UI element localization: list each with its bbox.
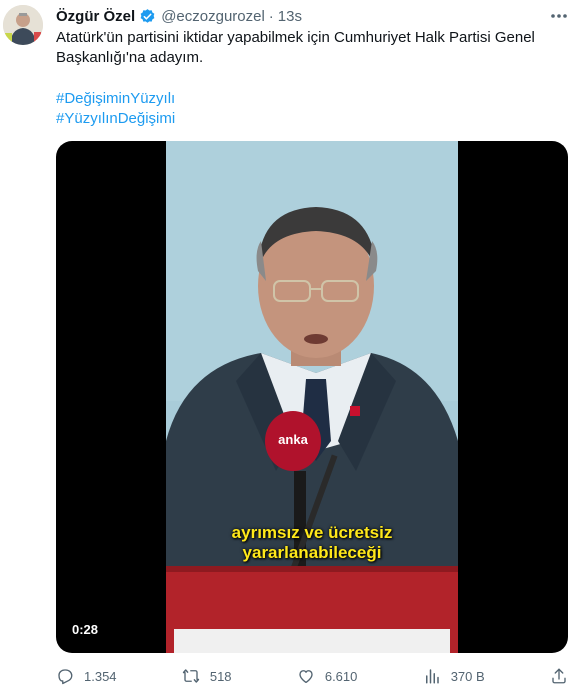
speaker-video-image: anka <box>166 141 458 653</box>
avatar[interactable] <box>3 5 43 45</box>
separator-dot: · <box>268 7 274 25</box>
author-name[interactable]: Özgür Özel <box>56 8 135 25</box>
hashtag-link[interactable]: #YüzyılınDeğişimi <box>56 109 175 129</box>
views-count: 370 B <box>450 668 485 684</box>
tweet-action-bar: 1.354 518 6.610 370 B <box>56 666 568 686</box>
video-duration-badge: 0:28 <box>68 620 103 639</box>
repost-button[interactable]: 518 <box>182 667 232 685</box>
hashtag-list: #DeğişiminYüzyılı #YüzyılınDeğişimi <box>56 89 175 129</box>
share-icon <box>552 668 566 684</box>
video-subtitle-line: ayrımsız ve ücretsiz <box>231 523 393 542</box>
repost-icon <box>182 669 200 683</box>
video-player[interactable]: anka ayrımsız ve ücretsiz yararlanabilec… <box>56 141 568 653</box>
reply-button[interactable]: 1.354 <box>56 667 117 685</box>
heart-icon <box>299 670 313 684</box>
tweet[interactable]: Özgür Özel @eczozgurozel · 13s Atatürk'ü… <box>0 0 583 696</box>
tweet-text-line: Atatürk'ün partisini iktidar yapabilmek … <box>56 29 535 46</box>
author-handle[interactable]: @eczozgurozel <box>161 8 265 25</box>
like-button[interactable]: 6.610 <box>297 667 358 685</box>
tweet-timestamp[interactable]: 13s <box>278 8 302 25</box>
like-count: 6.610 <box>324 668 358 684</box>
repost-count: 518 <box>209 668 232 684</box>
reply-count: 1.354 <box>84 668 117 684</box>
tweet-header: Özgür Özel @eczozgurozel · 13s <box>56 6 543 26</box>
more-options-button[interactable] <box>547 8 571 24</box>
share-button[interactable] <box>550 667 568 685</box>
views-button[interactable]: 370 B <box>423 667 485 685</box>
tweet-text-line: Başkanlığı'na adayım. <box>56 49 204 66</box>
hashtag-link[interactable]: #DeğişiminYüzyılı <box>56 89 175 109</box>
reply-icon <box>58 669 73 685</box>
tweet-text: Atatürk'ün partisini iktidar yapabilmek … <box>56 28 556 68</box>
video-frame: anka ayrımsız ve ücretsiz yararlanabilec… <box>166 141 458 653</box>
verified-badge-icon <box>139 8 156 25</box>
more-dots-icon <box>551 14 567 18</box>
views-bar-chart-icon <box>425 669 439 684</box>
mic-brand-label: anka <box>278 432 308 447</box>
video-subtitle-line: yararlanabileceği <box>242 543 382 562</box>
